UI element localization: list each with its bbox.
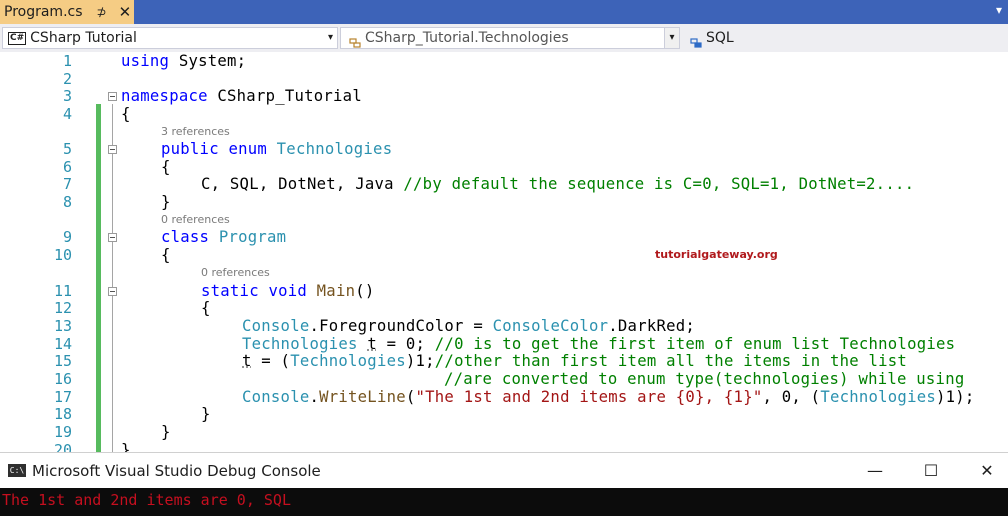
- collapse-icon[interactable]: [108, 233, 117, 242]
- code-text: }: [161, 193, 171, 211]
- codelens-references[interactable]: 0 references: [161, 213, 230, 226]
- code-line: 15 t = (Technologies)1;//other than firs…: [0, 352, 1008, 370]
- project-name: CSharp Tutorial: [30, 30, 137, 46]
- line-number: 4: [62, 105, 72, 123]
- line-number: 7: [62, 175, 72, 193]
- line-number: 10: [53, 246, 72, 264]
- code-line: 16 //are converted to enum type(technolo…: [0, 370, 1008, 388]
- member-dropdown[interactable]: SQL: [682, 27, 1008, 49]
- code-line: 5 public enum Technologies: [0, 140, 1008, 158]
- code-text: C, SQL, DotNet, Java //by default the se…: [201, 175, 915, 193]
- project-dropdown[interactable]: C# CSharp Tutorial ▾: [2, 27, 338, 49]
- line-number: 18: [53, 405, 72, 423]
- debug-console-titlebar[interactable]: C:\ Microsoft Visual Studio Debug Consol…: [0, 452, 1008, 488]
- codelens-references[interactable]: 3 references: [161, 125, 230, 138]
- line-number: 9: [62, 228, 72, 246]
- codelens-references[interactable]: 0 references: [201, 266, 270, 279]
- maximize-button[interactable]: ☐: [916, 459, 946, 483]
- code-line: 20 }: [0, 441, 1008, 452]
- code-text: static void Main(): [201, 282, 375, 300]
- minimize-button[interactable]: —: [860, 459, 890, 483]
- code-text: using System;: [121, 52, 247, 70]
- code-text: Technologies t = 0; //0 is to get the fi…: [242, 335, 956, 353]
- close-icon[interactable]: ✕: [119, 3, 132, 21]
- code-line: 12 {: [0, 299, 1008, 317]
- code-text: t = (Technologies)1;//other than first i…: [242, 352, 908, 370]
- line-number: 6: [62, 158, 72, 176]
- close-button[interactable]: ✕: [972, 459, 1002, 483]
- navigation-bar: C# CSharp Tutorial ▾ CSharp_Tutorial.Tec…: [0, 24, 1008, 52]
- code-text: Console.ForegroundColor = ConsoleColor.D…: [242, 317, 696, 335]
- code-line: 18 }: [0, 405, 1008, 423]
- enum-icon: [349, 33, 361, 48]
- code-text: {: [121, 105, 131, 123]
- code-text: {: [201, 299, 211, 317]
- code-line: 10 {: [0, 246, 1008, 264]
- collapse-icon[interactable]: [108, 92, 117, 101]
- console-title: Microsoft Visual Studio Debug Console: [32, 462, 321, 480]
- code-line: 4 {: [0, 105, 1008, 123]
- tab-title: Program.cs: [4, 4, 83, 20]
- console-icon: C:\: [8, 464, 26, 477]
- code-line: 11 static void Main(): [0, 282, 1008, 300]
- code-line: 19 }: [0, 423, 1008, 441]
- line-number: 20: [53, 441, 72, 452]
- code-line: 13 Console.ForegroundColor = ConsoleColo…: [0, 317, 1008, 335]
- tab-program-cs[interactable]: Program.cs ⊅ ✕: [0, 0, 134, 24]
- line-number: 8: [62, 193, 72, 211]
- code-line: 2: [0, 70, 1008, 88]
- code-text: }: [161, 423, 171, 441]
- line-number: 11: [53, 282, 72, 300]
- line-number: 2: [62, 70, 72, 88]
- line-number: 16: [53, 370, 72, 388]
- code-text: }: [201, 405, 211, 423]
- enum-member-icon: [690, 33, 702, 48]
- collapse-icon[interactable]: [108, 145, 117, 154]
- code-text: Console.WriteLine("The 1st and 2nd items…: [242, 388, 975, 406]
- code-line: 8 }: [0, 193, 1008, 211]
- code-text: {: [161, 158, 171, 176]
- line-number: 13: [53, 317, 72, 335]
- line-number: 14: [53, 335, 72, 353]
- pin-icon[interactable]: ⊅: [97, 5, 107, 19]
- code-line: 7 C, SQL, DotNet, Java //by default the …: [0, 175, 1008, 193]
- member-name: SQL: [706, 30, 734, 46]
- code-line: 9 class Program: [0, 228, 1008, 246]
- line-number: 15: [53, 352, 72, 370]
- code-line: 17 Console.WriteLine("The 1st and 2nd it…: [0, 388, 1008, 406]
- watermark: tutorialgateway.org: [655, 248, 778, 261]
- line-number: 12: [53, 299, 72, 317]
- line-number: 5: [62, 140, 72, 158]
- tab-overflow-icon[interactable]: ▾: [996, 3, 1002, 17]
- code-text: }: [121, 441, 131, 452]
- document-tab-strip: Program.cs ⊅ ✕ ▾: [0, 0, 1008, 24]
- csharp-project-icon: C#: [8, 31, 27, 45]
- code-text: public enum Technologies: [161, 140, 393, 158]
- code-text: class Program: [161, 228, 287, 246]
- chevron-down-icon[interactable]: ▾: [664, 28, 679, 48]
- line-number: 19: [53, 423, 72, 441]
- code-line: 1 using System;: [0, 52, 1008, 70]
- code-text: //are converted to enum type(technologie…: [444, 370, 965, 388]
- debug-console-output[interactable]: The 1st and 2nd items are 0, SQL: [0, 488, 1008, 516]
- code-editor[interactable]: 1 using System; 2 3 namespace CSharp_Tut…: [0, 52, 1008, 452]
- line-number: 1: [62, 52, 72, 70]
- type-name: CSharp_Tutorial.Technologies: [365, 30, 569, 46]
- chevron-down-icon[interactable]: ▾: [328, 32, 333, 43]
- code-text: {: [161, 246, 171, 264]
- code-line: 14 Technologies t = 0; //0 is to get the…: [0, 335, 1008, 353]
- code-line: 3 namespace CSharp_Tutorial: [0, 87, 1008, 105]
- collapse-icon[interactable]: [108, 287, 117, 296]
- console-output-line: The 1st and 2nd items are 0, SQL: [2, 491, 291, 509]
- code-text: namespace CSharp_Tutorial: [121, 87, 362, 105]
- code-line: 6 {: [0, 158, 1008, 176]
- line-number: 3: [62, 87, 72, 105]
- type-dropdown[interactable]: CSharp_Tutorial.Technologies ▾: [340, 27, 680, 49]
- line-number: 17: [53, 388, 72, 406]
